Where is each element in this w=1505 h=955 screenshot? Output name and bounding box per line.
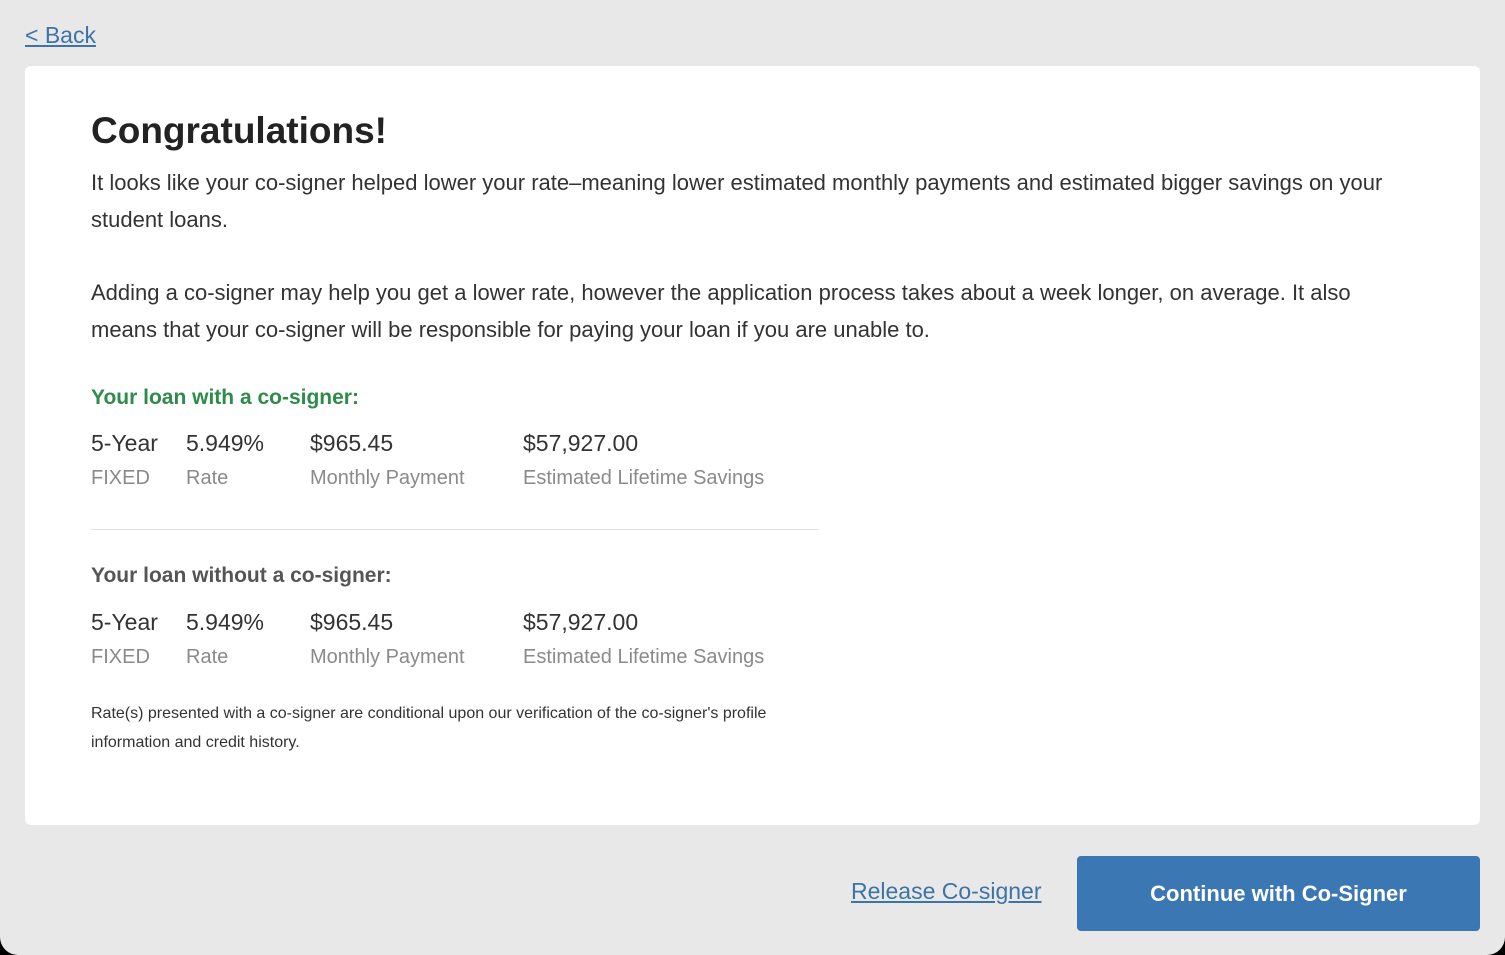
loan-rate-value: 5.949% bbox=[186, 430, 265, 456]
loan-term-label: FIXED bbox=[91, 646, 150, 668]
loan-lifetime-savings: $57,927.00 Estimated Lifetime Savings bbox=[523, 609, 764, 669]
loan-term: 5-Year FIXED bbox=[91, 609, 158, 669]
page-title: Congratulations! bbox=[91, 110, 387, 151]
loan-rate: 5.949% Rate bbox=[186, 609, 264, 669]
with-cosigner-heading: Your loan with a co-signer: bbox=[91, 386, 359, 409]
loan-rate-label: Rate bbox=[186, 467, 229, 489]
lifetime-savings-label: Estimated Lifetime Savings bbox=[523, 467, 765, 489]
lifetime-savings-label: Estimated Lifetime Savings bbox=[523, 646, 765, 668]
loan-term-value: 5-Year bbox=[91, 609, 158, 635]
loan-term: 5-Year FIXED bbox=[91, 430, 158, 490]
info-paragraph: Adding a co-signer may help you get a lo… bbox=[91, 280, 1351, 342]
lifetime-savings-value: $57,927.00 bbox=[523, 430, 639, 456]
monthly-payment-label: Monthly Payment bbox=[310, 467, 465, 489]
loan-rate-label: Rate bbox=[186, 646, 229, 668]
section-divider bbox=[91, 529, 819, 530]
app-frame: < Back Congratulations! It looks like yo… bbox=[0, 0, 1505, 955]
loan-monthly-payment: $965.45 Monthly Payment bbox=[310, 430, 465, 490]
intro-paragraph: It looks like your co-signer helped lowe… bbox=[91, 170, 1383, 232]
monthly-payment-label: Monthly Payment bbox=[310, 646, 465, 668]
release-cosigner-link[interactable]: Release Co-signer bbox=[851, 878, 1041, 905]
loan-rate-value: 5.949% bbox=[186, 609, 265, 635]
monthly-payment-value: $965.45 bbox=[310, 430, 394, 456]
lifetime-savings-value: $57,927.00 bbox=[523, 609, 639, 635]
loan-rate: 5.949% Rate bbox=[186, 430, 264, 490]
cosigner-result-card: Congratulations! It looks like your co-s… bbox=[25, 66, 1480, 825]
without-cosigner-heading: Your loan without a co-signer: bbox=[91, 564, 392, 587]
loan-term-value: 5-Year bbox=[91, 430, 158, 456]
loan-monthly-payment: $965.45 Monthly Payment bbox=[310, 609, 465, 669]
rate-disclaimer: Rate(s) presented with a co-signer are c… bbox=[91, 705, 767, 751]
monthly-payment-value: $965.45 bbox=[310, 609, 394, 635]
loan-term-label: FIXED bbox=[91, 467, 150, 489]
continue-with-cosigner-button[interactable]: Continue with Co-Signer bbox=[1077, 856, 1480, 931]
loan-lifetime-savings: $57,927.00 Estimated Lifetime Savings bbox=[523, 430, 764, 490]
back-link[interactable]: < Back bbox=[25, 22, 96, 49]
